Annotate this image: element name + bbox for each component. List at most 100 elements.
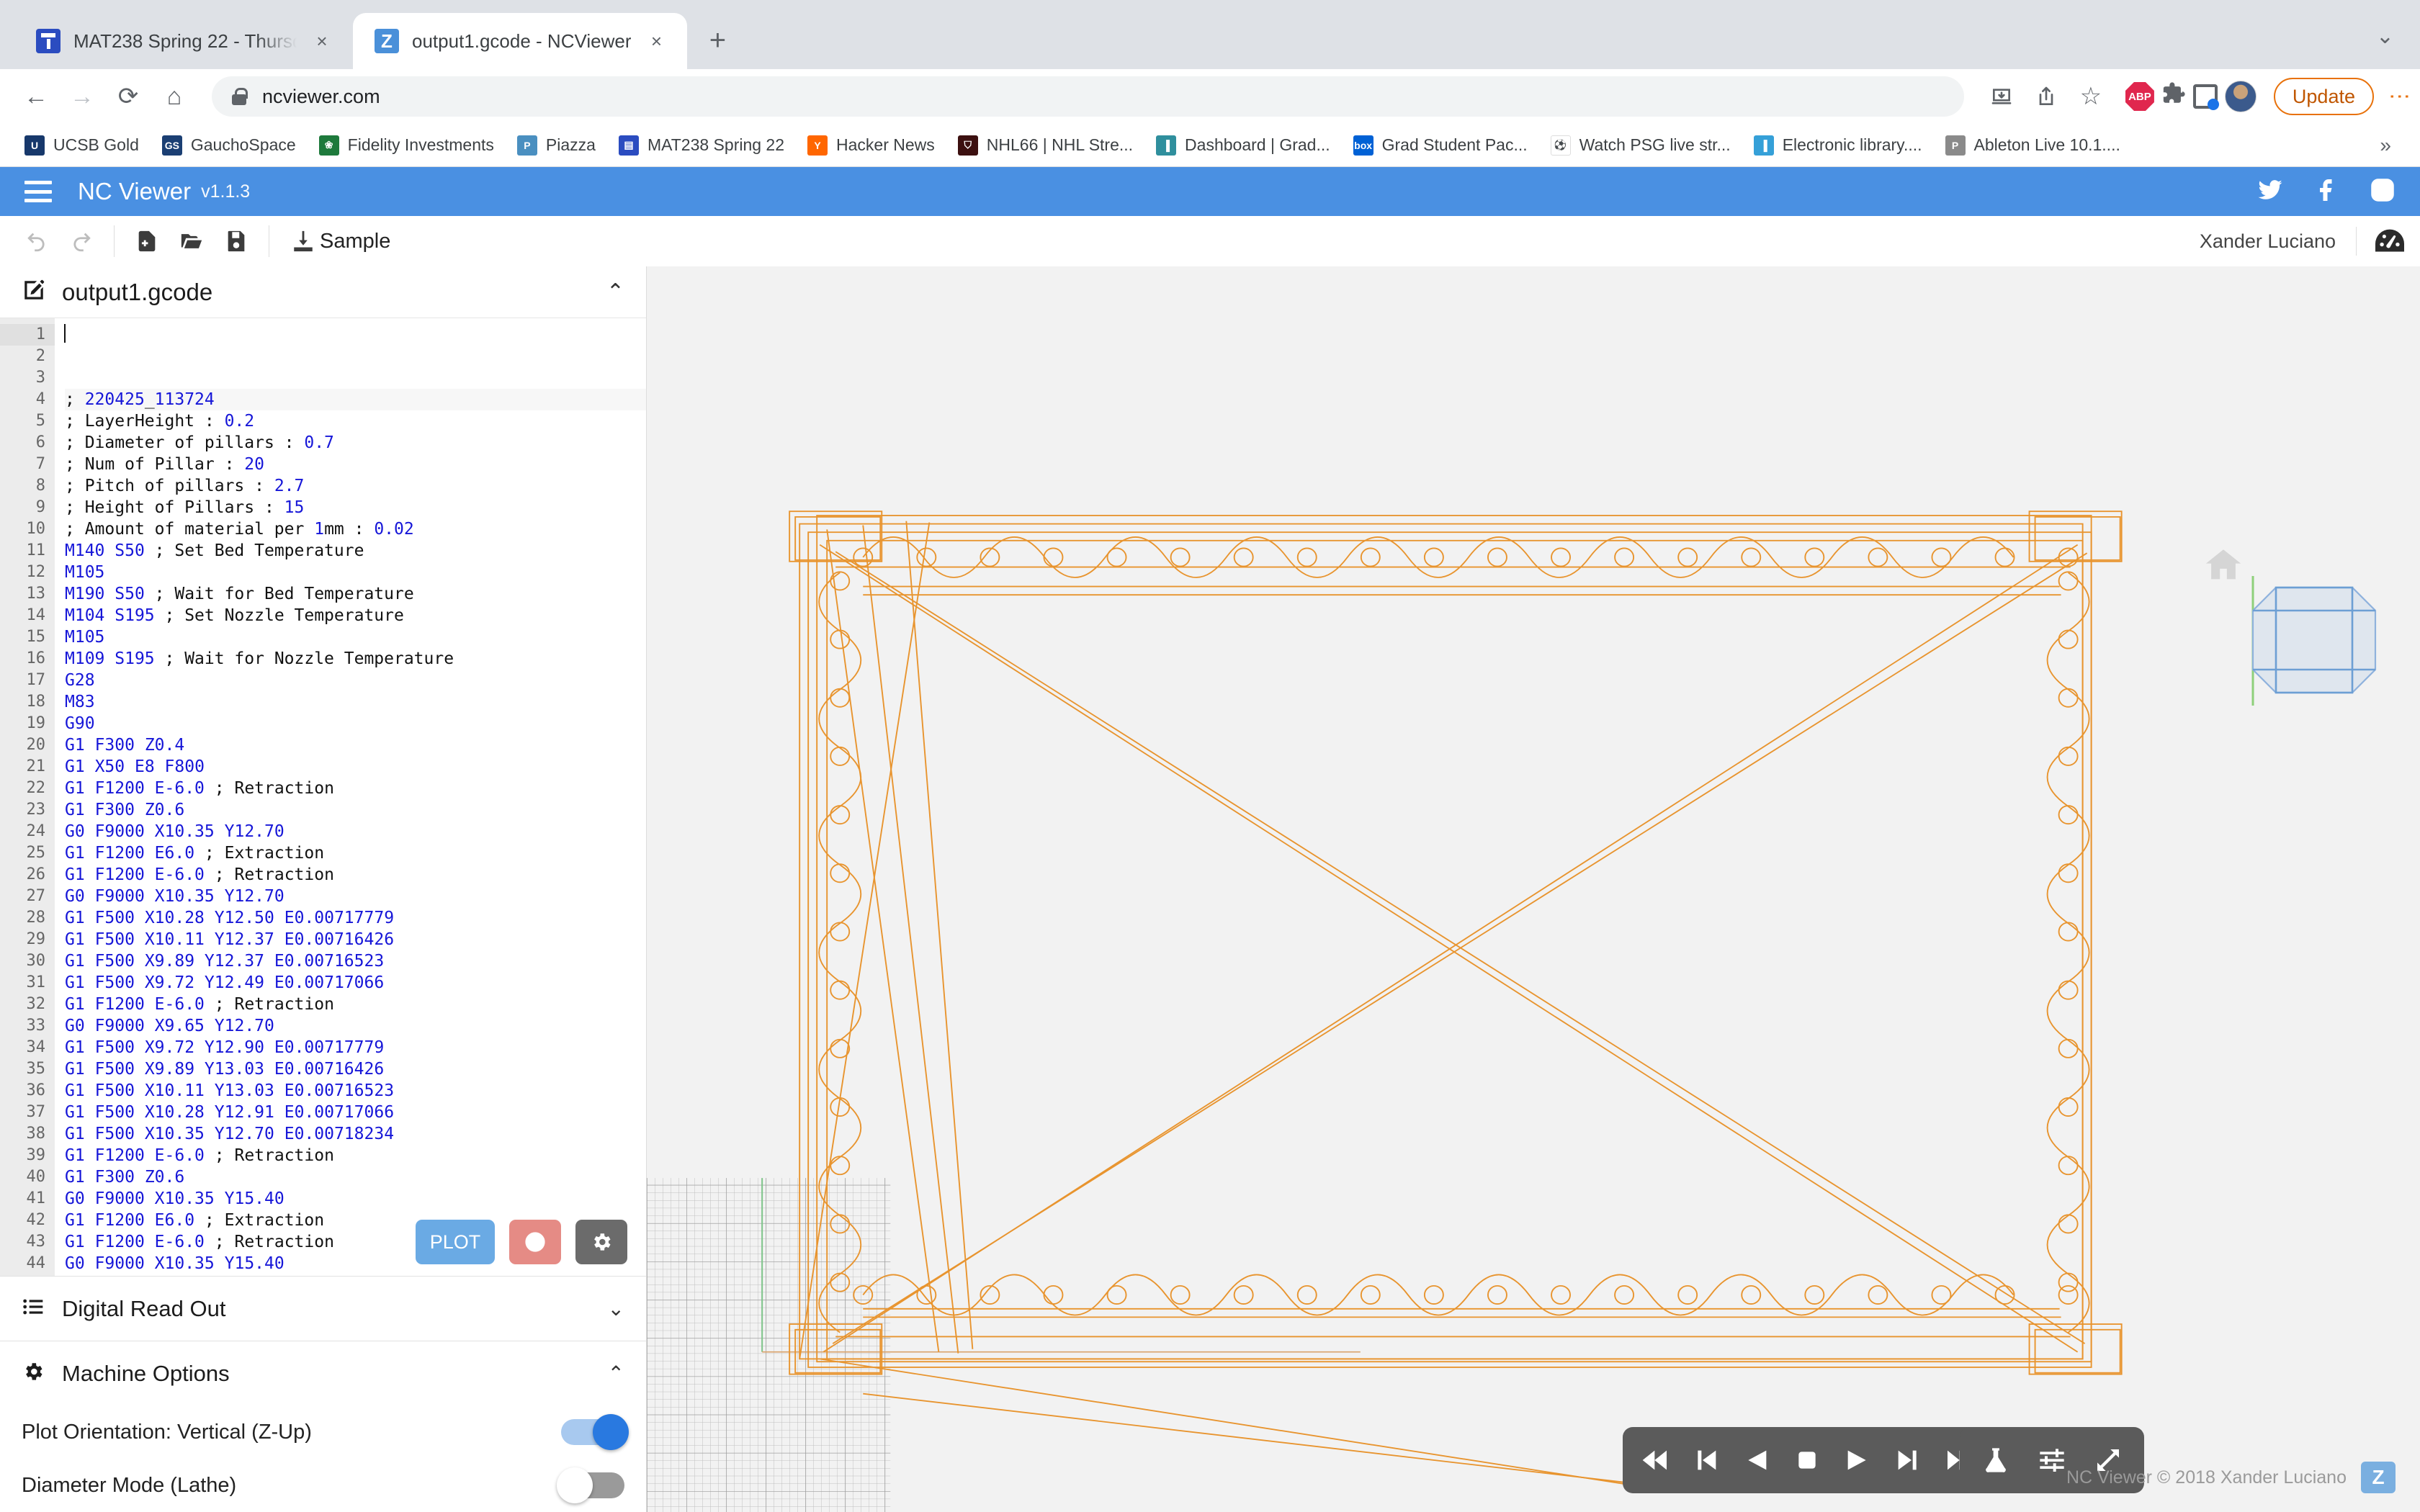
sliders-icon[interactable] [2038, 1446, 2066, 1475]
code-line[interactable]: G1 F300 Z0.6 [65, 1166, 646, 1188]
code-line[interactable]: G1 F500 X9.89 Y13.03 E0.00716426 [65, 1058, 646, 1080]
chevron-up-icon[interactable]: ⌃ [608, 1362, 624, 1385]
play-reverse-icon[interactable] [1742, 1446, 1771, 1475]
code-line[interactable]: M109 S195 ; Wait for Nozzle Temperature [65, 648, 646, 670]
plot-orientation-toggle[interactable] [561, 1419, 624, 1445]
hamburger-icon[interactable] [24, 181, 52, 202]
forward-button[interactable]: → [60, 75, 104, 118]
bookmark-item[interactable]: ▤MAT238 Spring 22 [607, 128, 796, 163]
browser-tab-2[interactable]: output1.gcode - NCViewer × [353, 13, 687, 69]
code-line[interactable]: G1 F500 X10.11 Y13.03 E0.00716523 [65, 1080, 646, 1102]
view-cube-gizmo[interactable] [2247, 572, 2381, 712]
code-line[interactable]: G0 F9000 X10.35 Y12.70 [65, 886, 646, 907]
stop-icon[interactable] [1793, 1446, 1821, 1475]
code-line[interactable]: M105 [65, 626, 646, 648]
code-line[interactable]: M105 [65, 562, 646, 583]
back-button[interactable]: ← [14, 75, 58, 118]
new-tab-button[interactable]: + [697, 20, 738, 60]
code-line[interactable]: ; Num of Pillar : 20 [65, 454, 646, 475]
code-line[interactable]: G1 F500 X10.28 Y15.20 E0.00717779 [65, 1274, 646, 1276]
step-forward-icon[interactable] [1894, 1446, 1922, 1475]
redo-icon[interactable] [59, 219, 104, 264]
code-line[interactable]: G0 F9000 X9.65 Y12.70 [65, 1015, 646, 1037]
code-line[interactable]: ; Diameter of pillars : 0.7 [65, 432, 646, 454]
code-line[interactable]: M104 S195 ; Set Nozzle Temperature [65, 605, 646, 626]
code-line[interactable]: G1 F500 X10.35 Y12.70 E0.00718234 [65, 1123, 646, 1145]
file-panel-header[interactable]: output1.gcode ⌃ [0, 266, 646, 318]
code-line[interactable]: ; Height of Pillars : 15 [65, 497, 646, 518]
code-line[interactable]: G1 F1200 E-6.0 ; Retraction [65, 994, 646, 1015]
code-line[interactable]: G1 X50 E8 F800 [65, 756, 646, 778]
code-line[interactable]: G28 [65, 670, 646, 691]
window-badge-icon[interactable] [2193, 84, 2218, 109]
code-line[interactable]: G0 F9000 X10.35 Y12.70 [65, 821, 646, 842]
profile-avatar[interactable] [2225, 81, 2257, 112]
sample-button[interactable]: Sample [279, 219, 402, 264]
reload-button[interactable]: ⟳ [107, 75, 150, 118]
plot-button[interactable]: PLOT [416, 1220, 495, 1264]
code-line[interactable]: G90 [65, 713, 646, 734]
code-line[interactable]: M140 S50 ; Set Bed Temperature [65, 540, 646, 562]
instagram-icon[interactable] [2370, 177, 2396, 207]
bookmark-star-icon[interactable]: ☆ [2069, 75, 2112, 118]
chevron-down-icon[interactable]: ⌄ [2376, 24, 2394, 49]
code-line[interactable]: M190 S50 ; Wait for Bed Temperature [65, 583, 646, 605]
play-icon[interactable] [1843, 1446, 1872, 1475]
bookmark-item[interactable]: GSGauchoSpace [151, 128, 308, 163]
extensions-puzzle-icon[interactable] [2161, 81, 2186, 112]
home-button[interactable]: ⌂ [153, 75, 196, 118]
code-line[interactable]: G1 F500 X9.89 Y12.37 E0.00716523 [65, 950, 646, 972]
3d-viewport[interactable]: NC Viewer © 2018 Xander Luciano Z [647, 266, 2420, 1512]
skip-to-start-icon[interactable] [1641, 1446, 1670, 1475]
code-line[interactable]: ; Pitch of pillars : 2.7 [65, 475, 646, 497]
install-app-icon[interactable] [1980, 75, 2023, 118]
twitter-icon[interactable] [2257, 177, 2283, 207]
gauge-icon[interactable] [2374, 227, 2406, 256]
bookmark-item[interactable]: ▐Electronic library.... [1742, 128, 1934, 163]
open-folder-icon[interactable] [169, 219, 214, 264]
code-line[interactable]: ; LayerHeight : 0.2 [65, 410, 646, 432]
browser-menu-icon[interactable]: ⋮ [2393, 86, 2406, 107]
code-line[interactable]: G1 F300 Z0.6 [65, 799, 646, 821]
accordion-machine-options[interactable]: Machine Options ⌃ [0, 1341, 646, 1405]
code-line[interactable]: G1 F1200 E-6.0 ; Retraction [65, 778, 646, 799]
code-line[interactable]: G1 F500 X9.72 Y12.49 E0.00717066 [65, 972, 646, 994]
flask-icon[interactable] [1981, 1446, 2010, 1475]
url-input[interactable]: ncviewer.com [212, 76, 1964, 117]
code-line[interactable]: G0 F9000 X10.35 Y15.40 [65, 1188, 646, 1210]
bookmark-item[interactable]: ▐Dashboard | Grad... [1144, 128, 1342, 163]
facebook-icon[interactable] [2313, 177, 2339, 207]
code-line[interactable]: G1 F1200 E6.0 ; Extraction [65, 842, 646, 864]
chevron-up-icon[interactable]: ⌃ [606, 279, 624, 305]
code-line[interactable]: G1 F500 X9.72 Y12.90 E0.00717779 [65, 1037, 646, 1058]
code-line[interactable]: G1 F300 Z0.4 [65, 734, 646, 756]
code-line[interactable]: G1 F1200 E-6.0 ; Retraction [65, 1145, 646, 1166]
bookmark-item[interactable]: PAbleton Live 10.1.... [1934, 128, 2132, 163]
gcode-editor[interactable]: 1234567891011121314151617181920212223242… [0, 318, 646, 1276]
tab-close-icon[interactable]: × [310, 29, 334, 53]
bookmark-item[interactable]: ❀Fidelity Investments [308, 128, 506, 163]
new-file-icon[interactable] [125, 219, 169, 264]
stop-button[interactable] [509, 1220, 561, 1264]
tab-close-icon[interactable]: × [644, 29, 668, 53]
bookmark-item[interactable]: PPiazza [506, 128, 607, 163]
code-line[interactable]: ; Amount of material per 1mm : 0.02 [65, 518, 646, 540]
bookmark-item[interactable]: UUCSB Gold [13, 128, 151, 163]
browser-tab-1[interactable]: MAT238 Spring 22 - Thursday ... × [14, 13, 353, 69]
share-icon[interactable] [2025, 75, 2068, 118]
update-button[interactable]: Update [2274, 78, 2374, 115]
settings-gear-button[interactable] [575, 1220, 627, 1264]
adblock-plus-icon[interactable]: ABP [2125, 82, 2154, 111]
chevron-down-icon[interactable]: ⌄ [608, 1297, 624, 1320]
bookmark-item[interactable]: ⚽Watch PSG live str... [1539, 128, 1742, 163]
bookmark-item[interactable]: YHacker News [796, 128, 946, 163]
bookmarks-overflow-icon[interactable]: » [2364, 134, 2407, 157]
code-line[interactable]: G1 F500 X10.28 Y12.50 E0.00717779 [65, 907, 646, 929]
code-line[interactable]: G1 F1200 E-6.0 ; Retraction [65, 864, 646, 886]
code-line[interactable]: G1 F500 X10.28 Y12.91 E0.00717066 [65, 1102, 646, 1123]
bookmark-item[interactable]: boxGrad Student Pac... [1342, 128, 1539, 163]
diameter-mode-toggle[interactable] [561, 1472, 624, 1498]
step-back-icon[interactable] [1692, 1446, 1721, 1475]
bookmark-item[interactable]: ⛉NHL66 | NHL Stre... [946, 128, 1144, 163]
home-icon[interactable] [2202, 544, 2244, 590]
